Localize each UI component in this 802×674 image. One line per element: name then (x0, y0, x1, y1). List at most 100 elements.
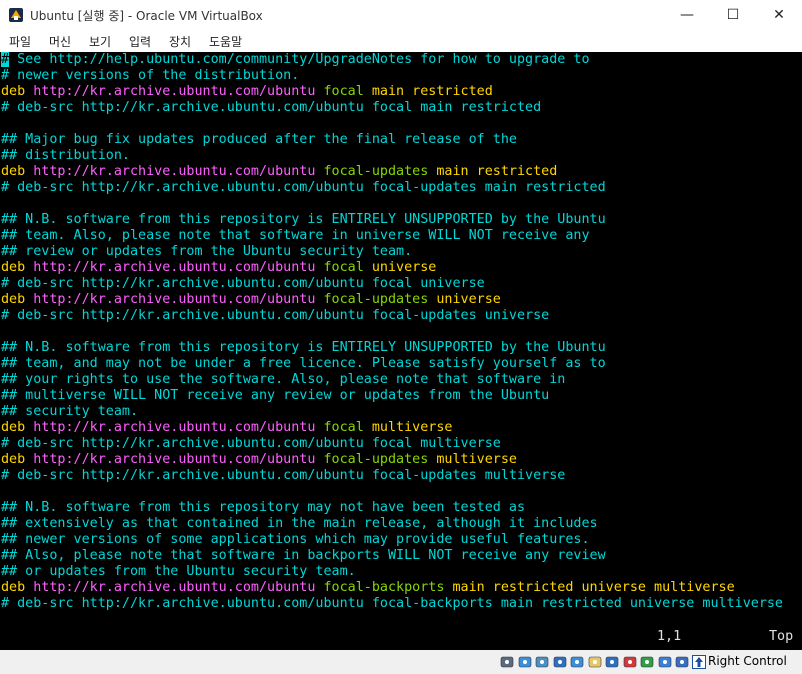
minimize-button[interactable]: — (664, 0, 710, 30)
usb-icon[interactable] (570, 655, 584, 669)
menu-bar: 파일 머신 보기 입력 장치 도움말 (0, 30, 802, 52)
terminal-line: # deb-src http://kr.archive.ubuntu.com/u… (1, 180, 783, 196)
shared-folder-icon[interactable] (588, 655, 602, 669)
terminal-text-segment: ## your rights to use the software. Also… (1, 372, 566, 387)
audio-icon[interactable] (535, 655, 549, 669)
terminal-text-segment: # deb-src http://kr.archive.ubuntu.com/u… (1, 276, 485, 291)
terminal-text-segment: http://kr.archive.ubuntu.com/ubuntu (33, 84, 324, 99)
terminal-line: ## security team. (1, 404, 783, 420)
terminal-text-segment: focal (323, 260, 372, 275)
terminal-text-segment: See http://help.ubuntu.com/community/Upg… (9, 52, 590, 67)
status-bar: Right Control (0, 650, 802, 674)
terminal-line: ## Major bug fix updates produced after … (1, 132, 783, 148)
hard-disk-icon[interactable] (500, 655, 514, 669)
terminal-text-segment: # deb-src http://kr.archive.ubuntu.com/u… (1, 436, 501, 451)
terminal-line: deb http://kr.archive.ubuntu.com/ubuntu … (1, 164, 783, 180)
terminal-text-segment: http://kr.archive.ubuntu.com/ubuntu (33, 292, 324, 307)
terminal-line: deb http://kr.archive.ubuntu.com/ubuntu … (1, 420, 783, 436)
title-bar: Ubuntu [실행 중] - Oracle VM VirtualBox — ☐… (0, 0, 802, 30)
terminal-text-segment: ## review or updates from the Ubuntu sec… (1, 244, 413, 259)
terminal-text-segment: focal-updates (323, 292, 437, 307)
cursor-position: 1,1 (657, 629, 682, 644)
terminal-line: ## team, and may not be under a free lic… (1, 356, 783, 372)
terminal-line: # deb-src http://kr.archive.ubuntu.com/u… (1, 468, 783, 484)
terminal-text-segment: ## N.B. software from this repository ma… (1, 500, 526, 515)
close-button[interactable]: ✕ (756, 0, 802, 30)
minimize-icon: — (680, 7, 694, 23)
terminal-text-segment: http://kr.archive.ubuntu.com/ubuntu (33, 452, 324, 467)
cpu-icon[interactable] (640, 655, 654, 669)
terminal-text-segment: deb (1, 164, 34, 179)
terminal-text-segment: deb (1, 260, 34, 275)
host-key-arrow-icon (692, 655, 706, 669)
terminal-text-segment: deb (1, 452, 34, 467)
menu-machine[interactable]: 머신 (49, 33, 71, 50)
menu-view[interactable]: 보기 (89, 33, 111, 50)
terminal-text-segment: focal (323, 420, 372, 435)
text-cursor: # (1, 52, 10, 67)
terminal-line: # newer versions of the distribution. (1, 68, 783, 84)
close-icon: ✕ (773, 7, 785, 23)
terminal-text-segment: ## Also, please note that software in ba… (1, 548, 606, 563)
terminal-line: ## your rights to use the software. Also… (1, 372, 783, 388)
terminal-text-segment: multiverse (436, 452, 517, 467)
terminal-text-segment: main restricted (436, 164, 558, 179)
terminal-text-segment: ## extensively as that contained in the … (1, 516, 598, 531)
terminal-line: # deb-src http://kr.archive.ubuntu.com/u… (1, 596, 783, 612)
optical-disk-icon[interactable] (518, 655, 532, 669)
terminal-text-segment: # deb-src http://kr.archive.ubuntu.com/u… (1, 180, 606, 195)
terminal-line: # deb-src http://kr.archive.ubuntu.com/u… (1, 308, 783, 324)
terminal-text-segment: focal-backports (323, 580, 453, 595)
keyboard-icon[interactable] (675, 655, 689, 669)
terminal-line: deb http://kr.archive.ubuntu.com/ubuntu … (1, 580, 783, 596)
terminal-text-segment: multiverse (371, 420, 453, 435)
terminal-text-segment: ## multiverse WILL NOT receive any revie… (1, 388, 550, 403)
terminal-line: # deb-src http://kr.archive.ubuntu.com/u… (1, 100, 783, 116)
vm-display-terminal[interactable]: # See http://help.ubuntu.com/community/U… (0, 52, 802, 650)
editor-text-area[interactable]: # See http://help.ubuntu.com/community/U… (1, 52, 783, 612)
terminal-line: ## N.B. software from this repository ma… (1, 500, 783, 516)
terminal-text-segment: deb (1, 580, 34, 595)
terminal-line: deb http://kr.archive.ubuntu.com/ubuntu … (1, 260, 783, 276)
terminal-line: ## N.B. software from this repository is… (1, 212, 783, 228)
terminal-text-segment: http://kr.archive.ubuntu.com/ubuntu (33, 260, 324, 275)
menu-input[interactable]: 입력 (129, 33, 151, 50)
maximize-icon: ☐ (726, 7, 740, 23)
display-icon[interactable] (605, 655, 619, 669)
terminal-line: ## review or updates from the Ubuntu sec… (1, 244, 783, 260)
terminal-text-segment: # newer versions of the distribution. (1, 68, 300, 83)
maximize-button[interactable]: ☐ (710, 0, 756, 30)
menu-file[interactable]: 파일 (9, 33, 31, 50)
terminal-text-segment: ## or updates from the Ubuntu security t… (1, 564, 356, 579)
terminal-text-segment: focal-updates (323, 164, 437, 179)
terminal-line: ## multiverse WILL NOT receive any revie… (1, 388, 783, 404)
terminal-line: ## distribution. (1, 148, 783, 164)
terminal-text-segment: # deb-src http://kr.archive.ubuntu.com/u… (1, 308, 550, 323)
terminal-text-segment: http://kr.archive.ubuntu.com/ubuntu (33, 164, 324, 179)
terminal-text-segment: # deb-src http://kr.archive.ubuntu.com/u… (1, 468, 566, 483)
terminal-line: ## or updates from the Ubuntu security t… (1, 564, 783, 580)
window-title: Ubuntu [실행 중] - Oracle VM VirtualBox (30, 9, 263, 23)
terminal-text-segment: deb (1, 84, 34, 99)
terminal-text-segment: universe (371, 260, 437, 275)
terminal-line: deb http://kr.archive.ubuntu.com/ubuntu … (1, 292, 783, 308)
terminal-line: deb http://kr.archive.ubuntu.com/ubuntu … (1, 84, 783, 100)
mouse-integration-icon[interactable] (658, 655, 672, 669)
terminal-text-segment: ## N.B. software from this repository is… (1, 212, 606, 227)
virtualbox-app-icon (9, 8, 23, 22)
network-icon[interactable] (553, 655, 567, 669)
terminal-text-segment: deb (1, 420, 34, 435)
menu-devices[interactable]: 장치 (169, 33, 191, 50)
terminal-text-segment: focal (323, 84, 372, 99)
menu-help[interactable]: 도움말 (209, 33, 242, 50)
terminal-text-segment: focal-updates (323, 452, 437, 467)
terminal-text-segment: http://kr.archive.ubuntu.com/ubuntu (33, 580, 324, 595)
recording-icon[interactable] (623, 655, 637, 669)
terminal-text-segment: ## newer versions of some applications w… (1, 532, 590, 547)
terminal-line: ## Also, please note that software in ba… (1, 548, 783, 564)
terminal-line: # deb-src http://kr.archive.ubuntu.com/u… (1, 276, 783, 292)
terminal-text-segment: main restricted (371, 84, 493, 99)
terminal-text-segment: ## N.B. software from this repository is… (1, 340, 606, 355)
